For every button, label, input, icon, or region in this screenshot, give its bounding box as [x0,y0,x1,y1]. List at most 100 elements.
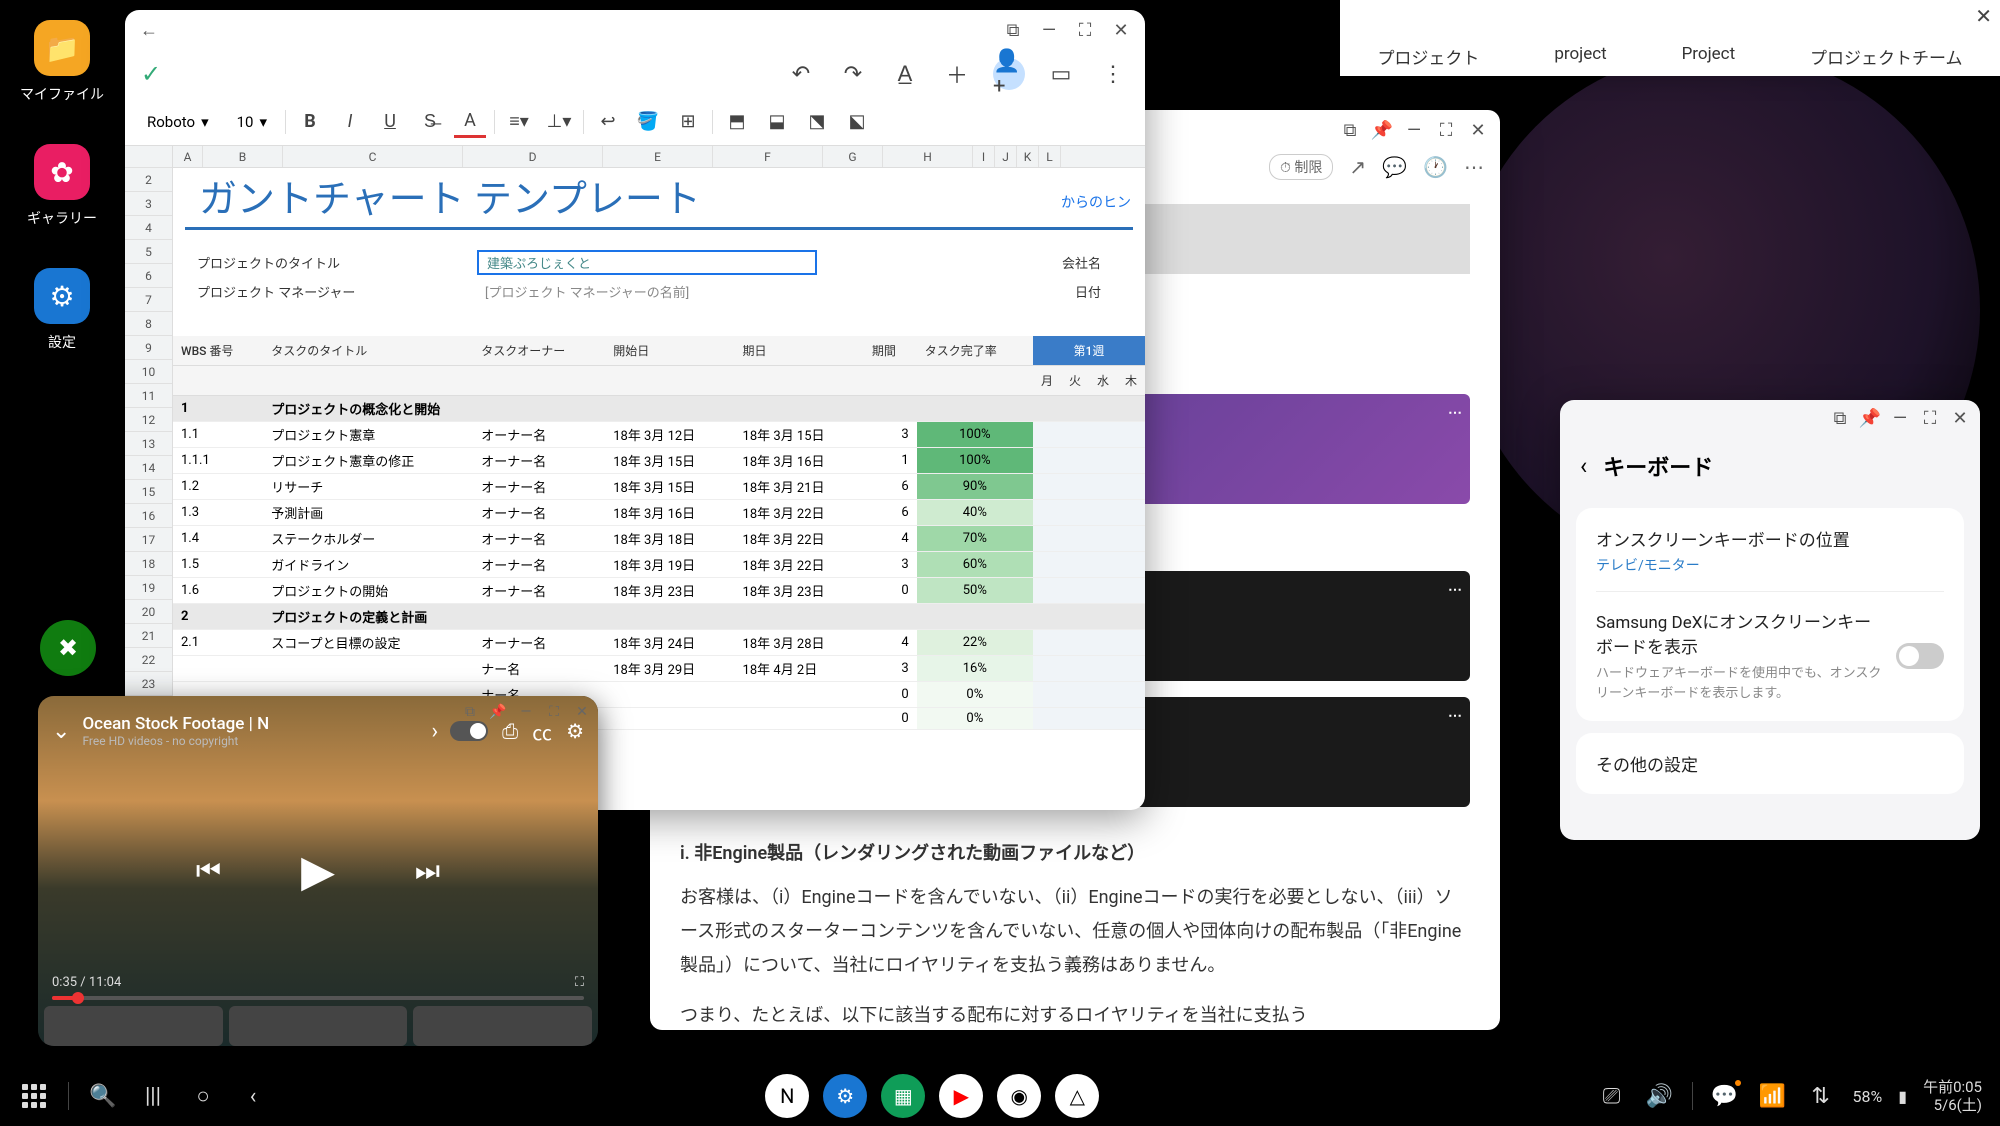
underline-button[interactable]: U [374,106,406,138]
row-header[interactable]: 12 [125,408,172,432]
desktop-icon-xbox[interactable]: ✖ [40,620,96,676]
gear-icon[interactable]: ⚙ [566,719,584,743]
row-header[interactable]: 2 [125,168,172,192]
column-header[interactable]: F [713,146,823,167]
screenshot-icon[interactable]: ⎚ [1596,1080,1628,1112]
row-header[interactable]: 22 [125,648,172,672]
apps-grid-icon[interactable] [18,1080,50,1112]
row-header[interactable]: 5 [125,240,172,264]
video-thumbnail[interactable] [229,1006,408,1046]
font-size-select[interactable]: 10 ▾ [227,109,277,135]
ime-suggestion[interactable]: プロジェクトチーム [1798,40,1975,73]
app-settings[interactable]: ⚙ [823,1074,867,1118]
video-thumbnail[interactable] [413,1006,592,1046]
row-header[interactable]: 11 [125,384,172,408]
app-notion[interactable]: N [765,1074,809,1118]
row-header[interactable]: 16 [125,504,172,528]
row-header[interactable]: 23 [125,672,172,696]
column-header[interactable]: C [283,146,463,167]
strikethrough-button[interactable]: S̶ [414,106,446,138]
table-row[interactable]: ナー名18年 3月 29日18年 4月 2日316% [173,656,1145,682]
row-header[interactable]: 8 [125,312,172,336]
share-icon[interactable]: ↗ [1349,155,1366,179]
valign-button[interactable]: ⊥▾ [543,106,575,138]
comment-icon[interactable]: 💬 [1382,155,1407,179]
image-menu-icon[interactable]: ⋯ [1448,703,1462,730]
column-header[interactable]: K [1017,146,1039,167]
column-header[interactable]: E [603,146,713,167]
minimize-icon[interactable]: — [1402,118,1426,142]
table-row[interactable]: 1.1プロジェクト憲章オーナー名18年 3月 12日18年 3月 15日3100… [173,422,1145,448]
play-icon[interactable]: ▶ [301,845,335,897]
insert-col-left-button[interactable]: ⬓ [761,106,793,138]
pin-icon[interactable]: 📌 [1370,118,1394,142]
chevron-down-icon[interactable]: ⌄ [52,719,70,744]
sheets-window[interactable]: ← ⧉ — ⛶ ✕ ✓ ↶ ↷ A̲ ＋ 👤+ ▭ ⋮ Roboto ▾ 10 … [125,10,1145,810]
column-header[interactable]: A [173,146,203,167]
add-icon[interactable]: ＋ [941,58,973,90]
row-header[interactable]: 7 [125,288,172,312]
row-header[interactable]: 19 [125,576,172,600]
cast-icon[interactable]: ⎙ [502,719,518,743]
more-icon[interactable]: ⋯ [1464,155,1484,179]
hint-link[interactable]: からのヒン [1061,192,1131,212]
settings-window[interactable]: ⧉ 📌 — ⛶ ✕ ‹ キーボード オンスクリーンキーボードの位置 テレビ/モニ… [1560,400,1980,840]
home-icon[interactable]: ○ [187,1080,219,1112]
table-row[interactable]: 1.4ステークホルダーオーナー名18年 3月 18日18年 3月 22日470% [173,526,1145,552]
app-youtube[interactable]: ▶ [939,1074,983,1118]
close-icon[interactable]: ✕ [1975,4,1992,28]
row-header[interactable]: 9 [125,336,172,360]
column-header[interactable]: D [463,146,603,167]
comment-mode-icon[interactable]: ▭ [1045,58,1077,90]
row-header[interactable]: 15 [125,480,172,504]
row-header[interactable]: 10 [125,360,172,384]
app-chrome[interactable]: ◉ [997,1074,1041,1118]
autoplay-toggle[interactable] [450,721,488,741]
row-header[interactable]: 13 [125,432,172,456]
table-row[interactable]: 2.1スコープと目標の設定オーナー名18年 3月 24日18年 3月 28日42… [173,630,1145,656]
search-icon[interactable]: 🔍 [87,1080,119,1112]
row-header[interactable]: 6 [125,264,172,288]
insert-col-right-button[interactable]: ⬔ [801,106,833,138]
settings-card[interactable]: その他の設定 [1576,733,1964,794]
wrap-button[interactable]: ↩ [592,106,624,138]
row-header[interactable]: 14 [125,456,172,480]
column-header[interactable]: I [973,146,995,167]
share-person-icon[interactable]: 👤+ [993,58,1025,90]
wifi-icon[interactable]: 📶 [1757,1080,1789,1112]
app-drive[interactable]: △ [1055,1074,1099,1118]
desktop-icon-settings[interactable]: ⚙ 設定 [34,268,90,352]
row-header[interactable]: 18 [125,552,172,576]
back-icon[interactable]: ‹ [237,1080,269,1112]
borders-button[interactable]: ⊞ [672,106,704,138]
video-player-window[interactable]: ⧉ 📌 — ⛶ ✕ ⌄ Ocean Stock Footage | N Free… [38,696,598,1046]
video-seekbar[interactable] [52,996,584,1000]
font-icon[interactable]: A̲ [889,58,921,90]
close-icon[interactable]: ✕ [1948,406,1972,430]
close-icon[interactable]: ✕ [1466,118,1490,142]
table-row[interactable]: 1.2リサーチオーナー名18年 3月 15日18年 3月 21日690% [173,474,1145,500]
settings-item-position[interactable]: オンスクリーンキーボードの位置 テレビ/モニター [1596,526,1944,592]
minimize-icon[interactable]: — [1888,406,1912,430]
back-icon[interactable]: ‹ [1580,452,1587,480]
font-family-select[interactable]: Roboto ▾ [137,109,219,135]
column-header[interactable]: B [203,146,283,167]
row-header[interactable]: 3 [125,192,172,216]
keyboard-toggle[interactable] [1896,643,1944,669]
bluetooth-icon[interactable]: ⇅ [1805,1080,1837,1112]
column-header[interactable]: L [1039,146,1061,167]
row-header[interactable]: 17 [125,528,172,552]
redo-icon[interactable]: ↷ [837,58,869,90]
taskbar-clock[interactable]: 午前0:05 5/6(土) [1923,1078,1982,1114]
text-color-button[interactable]: A [454,106,486,138]
time-badge[interactable]: ⏱ 制限 [1269,154,1333,180]
ime-suggestion[interactable]: Project [1670,40,1748,73]
project-title-input[interactable] [477,250,817,275]
maximize-icon[interactable]: ⛶ [1434,118,1458,142]
column-header[interactable]: G [823,146,883,167]
merge-button[interactable]: ⬒ [721,106,753,138]
chevron-right-icon[interactable]: › [431,719,438,744]
undo-icon[interactable]: ↶ [785,58,817,90]
maximize-icon[interactable]: ⛶ [1073,18,1097,42]
maximize-icon[interactable]: ⛶ [1918,406,1942,430]
